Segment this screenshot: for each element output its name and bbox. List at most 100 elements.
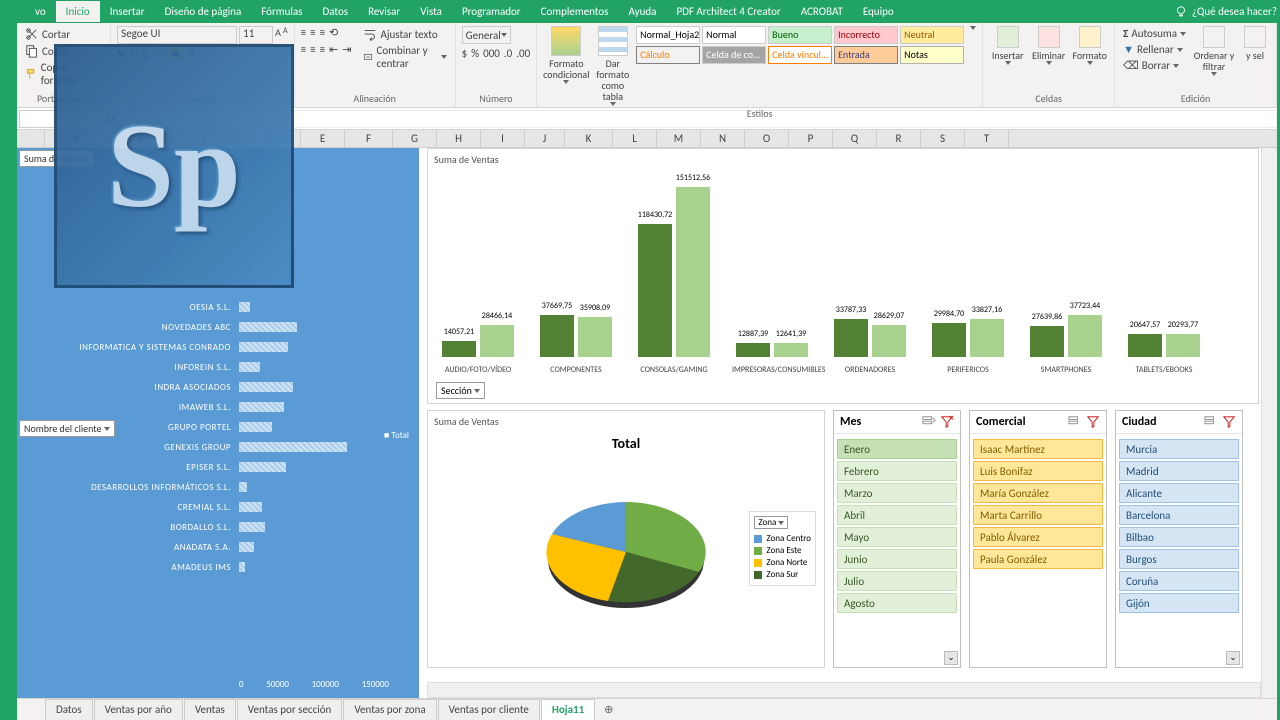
sheet-tab[interactable]: Ventas	[184, 699, 236, 720]
sheet-tab[interactable]: Ventas por año	[94, 699, 183, 720]
slicer-scroll-down[interactable]: ⌄	[1226, 651, 1240, 665]
autosum-button[interactable]: ΣAutosuma	[1121, 26, 1188, 41]
ribbon-tab-programador[interactable]: Programador	[452, 1, 531, 22]
comma-button[interactable]: 000	[483, 47, 500, 60]
align-right-button[interactable]: ≡	[320, 43, 325, 56]
slicer-item[interactable]: Burgos	[1119, 549, 1239, 569]
sheet-tab[interactable]: Ventas por sección	[237, 699, 343, 720]
sheet-tab[interactable]: Ventas por cliente	[438, 699, 540, 720]
fill-button[interactable]: ▼Rellenar	[1121, 42, 1188, 57]
slicer-mes[interactable]: Mes EneroFebreroMarzoAbrilMayoJunioJulio…	[833, 410, 961, 668]
column-header[interactable]: S	[921, 130, 965, 147]
font-name-combo[interactable]: Segoe UI	[117, 26, 237, 44]
insert-cells-button[interactable]: Insertar	[989, 26, 1026, 65]
multi-select-icon[interactable]	[1068, 415, 1082, 429]
column-header[interactable]: R	[877, 130, 921, 147]
new-sheet-button[interactable]: ⊕	[596, 703, 621, 716]
ribbon-tab-insertar[interactable]: Insertar	[100, 1, 155, 22]
slicer-item[interactable]: Luis Bonifaz	[973, 461, 1103, 481]
align-bot-button[interactable]: ≡	[320, 26, 325, 39]
bar-chart-axis-field[interactable]: Sección	[436, 382, 485, 399]
align-center-button[interactable]: ≡	[310, 43, 315, 56]
ribbon-tab-vo[interactable]: vo	[25, 1, 56, 22]
ribbon-tab-equipo[interactable]: Equipo	[853, 1, 904, 22]
format-as-table-button[interactable]: Dar formato como tabla	[594, 26, 633, 106]
clear-filter-icon[interactable]	[1086, 415, 1100, 429]
vertical-scrollbar[interactable]	[1261, 148, 1277, 698]
column-header[interactable]: Q	[833, 130, 877, 147]
column-header[interactable]: O	[745, 130, 789, 147]
slicer-item[interactable]: Isaac Martínez	[973, 439, 1103, 459]
sort-filter-button[interactable]: Ordenar y filtrar	[1192, 26, 1236, 76]
slicer-ciudad[interactable]: Ciudad MurciaMadridAlicanteBarcelonaBilb…	[1115, 410, 1243, 668]
gallery-more-button[interactable]	[970, 26, 976, 30]
slicer-item[interactable]: Julio	[837, 571, 957, 591]
tell-me[interactable]: ¿Qué desea hacer?	[1174, 5, 1277, 19]
ribbon-tab-fórmulas[interactable]: Fórmulas	[251, 1, 312, 22]
ribbon-tab-inicio[interactable]: Inicio	[56, 1, 100, 22]
zone-pie-chart[interactable]: Suma de Ventas Total Zona	[427, 410, 825, 668]
slicer-item[interactable]: Bilbao	[1119, 527, 1239, 547]
slicer-item[interactable]: Barcelona	[1119, 505, 1239, 525]
cell-style-option[interactable]: Cálculo	[636, 46, 700, 64]
merge-center-button[interactable]: Combinar y centrar	[361, 43, 448, 71]
clear-button[interactable]: ⌫Borrar	[1121, 58, 1188, 73]
column-header[interactable]: I	[481, 130, 525, 147]
slicer-comercial[interactable]: Comercial Isaac MartínezLuis BonifazMarí…	[969, 410, 1107, 668]
clear-filter-icon[interactable]	[940, 415, 954, 429]
ribbon-tab-acrobat[interactable]: ACROBAT	[791, 1, 853, 22]
cell-style-option[interactable]: Normal	[702, 26, 766, 44]
ribbon-tab-pdf-architect-4-creator[interactable]: PDF Architect 4 Creator	[666, 1, 790, 22]
orientation-button[interactable]: ⟲	[329, 26, 338, 39]
ribbon-tab-ayuda[interactable]: Ayuda	[618, 1, 666, 22]
slicer-item[interactable]: Paula González	[973, 549, 1103, 569]
find-select-button[interactable]: y sel	[1240, 26, 1270, 61]
cell-style-option[interactable]: Neutral	[900, 26, 964, 44]
multi-select-icon[interactable]	[1204, 415, 1218, 429]
cell-style-option[interactable]: Celda vincul...	[768, 46, 832, 64]
slicer-item[interactable]: Abril	[837, 505, 957, 525]
cell-style-option[interactable]: Celda de co...	[702, 46, 766, 64]
slicer-item[interactable]: Junio	[837, 549, 957, 569]
column-header[interactable]: K	[565, 130, 613, 147]
delete-cells-button[interactable]: Eliminar	[1030, 26, 1067, 65]
column-header[interactable]: M	[657, 130, 701, 147]
slicer-item[interactable]: Alicante	[1119, 483, 1239, 503]
ribbon-tab-diseño-de-página[interactable]: Diseño de página	[155, 1, 252, 22]
slicer-item[interactable]: Febrero	[837, 461, 957, 481]
slicer-item[interactable]: María González	[973, 483, 1103, 503]
align-left-button[interactable]: ≡	[301, 43, 306, 56]
clear-filter-icon[interactable]	[1222, 415, 1236, 429]
shrink-font-button[interactable]: A	[283, 26, 288, 44]
cell-style-option[interactable]: Incorrecto	[834, 26, 898, 44]
cell-style-option[interactable]: Notas	[900, 46, 964, 64]
ribbon-tab-complementos[interactable]: Complementos	[531, 1, 619, 22]
section-column-chart[interactable]: Suma de Ventas 14057,2128466,14AUDIO/FOT…	[427, 148, 1259, 404]
horizontal-scrollbar[interactable]	[427, 682, 1261, 698]
ribbon-tab-datos[interactable]: Datos	[312, 1, 358, 22]
slicer-item[interactable]: Pablo Álvarez	[973, 527, 1103, 547]
slicer-item[interactable]: Coruña	[1119, 571, 1239, 591]
slicer-item[interactable]: Murcia	[1119, 439, 1239, 459]
column-header[interactable]: F	[345, 130, 393, 147]
align-mid-button[interactable]: ≡	[310, 26, 315, 39]
column-header[interactable]: N	[701, 130, 745, 147]
number-format-combo[interactable]: General	[462, 26, 511, 44]
multi-select-icon[interactable]	[922, 415, 936, 429]
indent-dec-button[interactable]: ⇤	[329, 43, 338, 56]
column-header[interactable]: J	[525, 130, 565, 147]
cut-button[interactable]: Cortar	[23, 26, 104, 42]
font-size-combo[interactable]: 11	[239, 26, 273, 44]
cell-style-option[interactable]: Normal_Hoja2	[636, 26, 700, 44]
inc-dec-button[interactable]: .0	[504, 47, 512, 60]
slicer-item[interactable]: Enero	[837, 439, 957, 459]
column-header[interactable]: G	[393, 130, 437, 147]
ribbon-tab-vista[interactable]: Vista	[410, 1, 452, 22]
slicer-item[interactable]: Gijón	[1119, 593, 1239, 613]
pie-legend-field[interactable]: Zona	[754, 516, 788, 529]
column-header[interactable]: H	[437, 130, 481, 147]
slicer-item[interactable]: Agosto	[837, 593, 957, 613]
ribbon-tab-revisar[interactable]: Revisar	[358, 1, 410, 22]
slicer-scroll-down[interactable]: ⌄	[944, 651, 958, 665]
sheet-tab[interactable]: Ventas por zona	[343, 699, 436, 720]
